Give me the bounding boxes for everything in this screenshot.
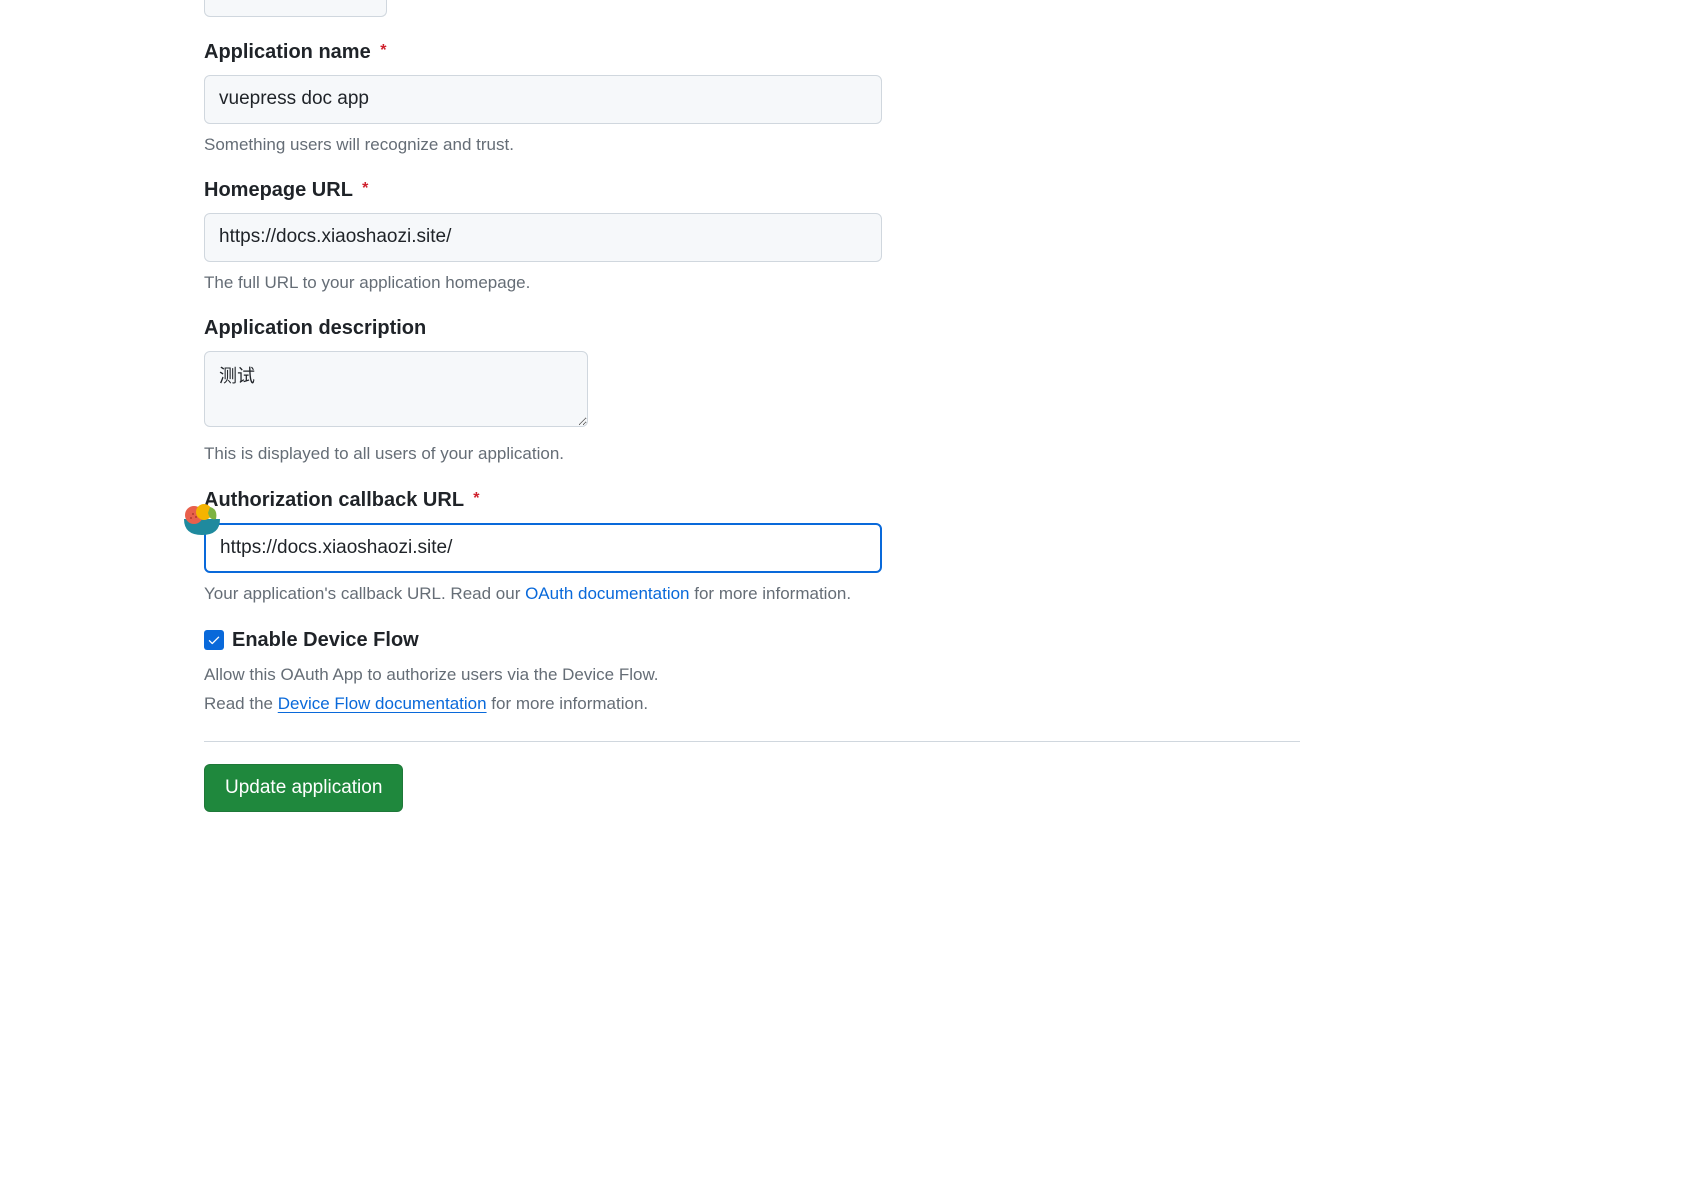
app-description-help: This is displayed to all users of your a… (204, 441, 1310, 467)
device-flow-help-line2: Read the Device Flow documentation for m… (204, 690, 1310, 719)
update-application-button[interactable]: Update application (204, 764, 403, 812)
device-flow-help-line1: Allow this OAuth App to authorize users … (204, 661, 1310, 690)
device-flow-docs-link[interactable]: Device Flow documentation (278, 694, 487, 713)
required-asterisk-icon: * (380, 42, 386, 59)
app-description-input[interactable] (204, 351, 588, 427)
device-flow-checkbox-row: Enable Device Flow (204, 625, 1310, 655)
app-description-label: Application description (204, 313, 1310, 343)
device-flow-help-prefix: Read the (204, 694, 278, 713)
homepage-url-input[interactable] (204, 213, 882, 262)
homepage-url-label-text: Homepage URL (204, 179, 353, 201)
device-flow-help: Allow this OAuth App to authorize users … (204, 661, 1310, 719)
app-name-label: Application name * (204, 37, 1310, 67)
partial-input-remnant (204, 0, 387, 17)
app-name-group: Application name * Something users will … (204, 37, 1310, 157)
app-description-group: Application description This is displaye… (204, 313, 1310, 467)
homepage-url-help: The full URL to your application homepag… (204, 270, 1310, 296)
required-asterisk-icon: * (473, 490, 479, 507)
homepage-url-group: Homepage URL * The full URL to your appl… (204, 175, 1310, 295)
callback-help-suffix: for more information. (690, 584, 852, 603)
callback-url-group: Authorization callback URL * Your applic… (204, 485, 1310, 607)
homepage-url-label: Homepage URL * (204, 175, 1310, 205)
callback-url-help: Your application's callback URL. Read ou… (204, 581, 1310, 607)
app-name-help: Something users will recognize and trust… (204, 132, 1310, 158)
app-name-input[interactable] (204, 75, 882, 124)
app-name-label-text: Application name (204, 41, 371, 63)
fruit-bowl-icon (180, 497, 224, 541)
app-description-label-text: Application description (204, 317, 426, 339)
device-flow-label: Enable Device Flow (232, 625, 419, 655)
callback-help-prefix: Your application's callback URL. Read ou… (204, 584, 525, 603)
oauth-docs-link[interactable]: OAuth documentation (525, 584, 689, 603)
required-asterisk-icon: * (362, 180, 368, 197)
callback-url-input[interactable] (204, 523, 882, 574)
checkmark-icon (207, 633, 221, 647)
device-flow-checkbox[interactable] (204, 630, 224, 650)
callback-url-label-text: Authorization callback URL (204, 489, 464, 511)
device-flow-group: Enable Device Flow Allow this OAuth App … (204, 625, 1310, 719)
device-flow-help-suffix: for more information. (487, 694, 649, 713)
section-divider (204, 741, 1300, 742)
callback-url-label: Authorization callback URL * (204, 485, 1310, 515)
